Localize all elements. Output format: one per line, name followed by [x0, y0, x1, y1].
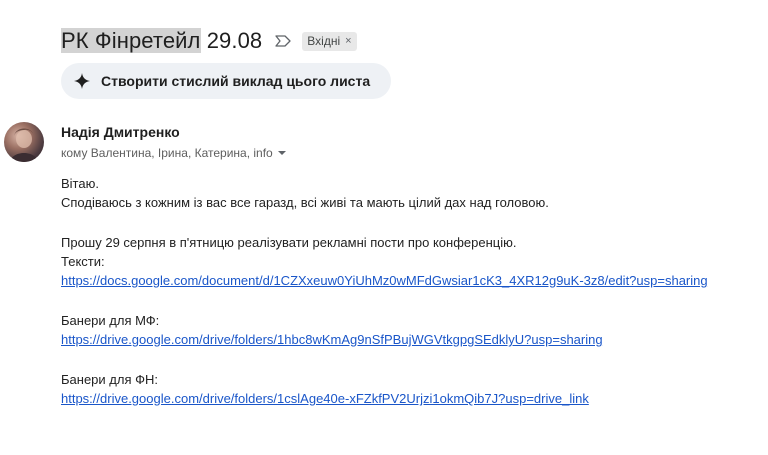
recipients-line: кому Валентина, Ірина, Катерина, info [61, 146, 287, 160]
sparkle-icon [74, 73, 90, 89]
subject-date: 29.08 [200, 28, 263, 53]
remove-label-button[interactable]: × [345, 35, 351, 47]
sender-name: Надія Дмитренко [61, 124, 180, 140]
texts-doc-link[interactable]: https://docs.google.com/document/d/1CZXx… [61, 273, 708, 288]
caret-down-icon[interactable] [277, 150, 287, 156]
body-greeting: Вітаю. [61, 176, 99, 191]
summarize-label: Створити стислий виклад цього листа [101, 73, 371, 89]
texts-label: Тексти: [61, 254, 105, 269]
body-line-2: Прошу 29 серпня в п'ятницю реалізувати р… [61, 235, 517, 250]
important-marker-icon[interactable] [274, 32, 292, 50]
banners-fn-link[interactable]: https://drive.google.com/drive/folders/1… [61, 391, 589, 406]
banners-mf-label: Банери для МФ: [61, 313, 160, 328]
subject-row: РК Фінретейл 29.08 Вхідні × [61, 24, 357, 58]
subject-highlight: РК Фінретейл [61, 28, 201, 53]
summarize-email-button[interactable]: Створити стислий виклад цього листа [61, 63, 391, 99]
email-subject: РК Фінретейл 29.08 [61, 28, 262, 54]
sender-avatar[interactable] [4, 122, 44, 162]
email-body: Вітаю. Сподіваюсь з кожним із вас все га… [61, 174, 761, 408]
banners-mf-link[interactable]: https://drive.google.com/drive/folders/1… [61, 332, 603, 347]
banners-fn-label: Банери для ФН: [61, 372, 158, 387]
inbox-label-text: Вхідні [307, 34, 341, 48]
recipients-text: кому Валентина, Ірина, Катерина, info [61, 146, 273, 160]
body-line-1: Сподіваюсь з кожним із вас все гаразд, в… [61, 195, 549, 210]
email-view: РК Фінретейл 29.08 Вхідні × Створити сти… [0, 0, 768, 455]
inbox-label-chip: Вхідні × [302, 31, 357, 51]
